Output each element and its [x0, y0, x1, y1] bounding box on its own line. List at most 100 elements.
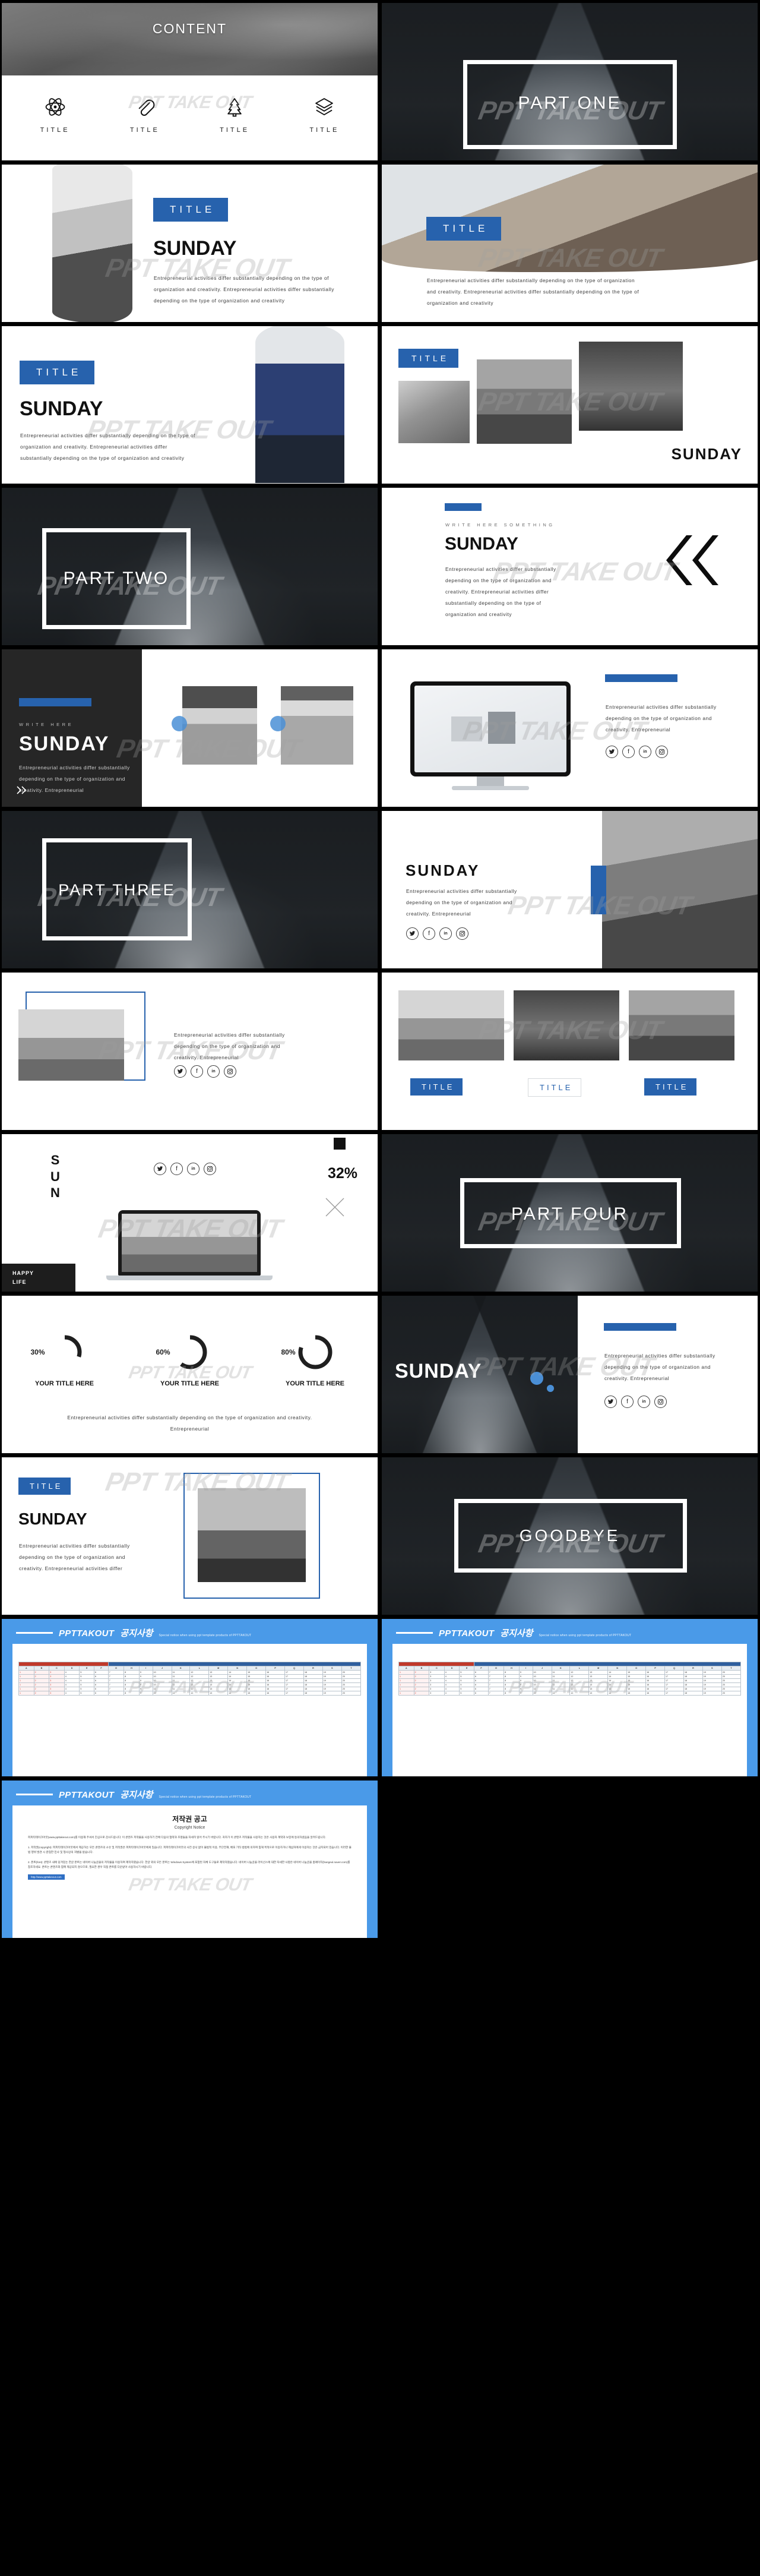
- percent-value: 32%: [327, 1165, 357, 1182]
- slide-title-sunday-man[interactable]: TITLE SUNDAY Entrepreneurial activities …: [2, 326, 378, 484]
- slide-part-one[interactable]: PART ONE PPT TAKE OUT: [382, 3, 758, 160]
- instagram-icon[interactable]: [654, 1396, 667, 1408]
- title-badge[interactable]: TITLE: [426, 217, 502, 241]
- slide-sunday-social[interactable]: SUNDAY Entrepreneurial activities differ…: [382, 811, 758, 968]
- accent-dot-small: [547, 1385, 554, 1392]
- donut-stat-2[interactable]: 60% YOUR TITLE HERE: [140, 1334, 240, 1387]
- double-chevron-left-icon: [666, 534, 723, 586]
- content-title: CONTENT: [152, 21, 227, 36]
- twitter-icon[interactable]: [154, 1163, 166, 1175]
- content-hero-photo: [2, 3, 378, 75]
- notice-table: ABCDEF GHIJKLMN OPQRST 1 2 3 4 5 6 7 8 9 10 11 12 13…: [18, 1662, 362, 1696]
- slide-sunday-dark-split[interactable]: SUNDAY Entrepreneurial activities differ…: [382, 1296, 758, 1453]
- content-item-label: TITLE: [40, 127, 70, 134]
- content-item-label: TITLE: [309, 127, 340, 134]
- donut-value-label: 30%: [30, 1348, 45, 1356]
- linkedin-icon[interactable]: in: [638, 1396, 650, 1408]
- accent-bar: [591, 866, 606, 914]
- slide-write-here-something[interactable]: WRITE HERE SOMETHING SUNDAY Entrepreneur…: [382, 488, 758, 645]
- heading-sunday: SUNDAY: [671, 445, 742, 463]
- twitter-icon[interactable]: [606, 746, 618, 758]
- slide-title-sunday-photo[interactable]: TITLE Entrepreneurial activities differ …: [382, 165, 758, 322]
- instagram-icon[interactable]: [456, 927, 468, 940]
- instagram-icon[interactable]: [204, 1163, 216, 1175]
- donut-chart-1: 30%: [31, 1334, 83, 1371]
- footer-line-1: HAPPY: [12, 1270, 34, 1277]
- content-item-layers[interactable]: TITLE: [292, 97, 357, 134]
- facebook-icon[interactable]: f: [191, 1065, 203, 1078]
- slide-notice-2[interactable]: PPTTAKOUT 공지사항 Special notice when using…: [382, 1619, 758, 1776]
- heading-sunday: SUNDAY: [406, 861, 480, 879]
- instagram-icon[interactable]: [224, 1065, 236, 1078]
- notice-korean-title: 공지사항: [120, 1628, 153, 1639]
- heading-sunday: SUNDAY: [18, 1510, 87, 1528]
- twitter-icon[interactable]: [406, 927, 419, 940]
- slide-title-sunday-left[interactable]: TITLE SUNDAY Entrepreneurial activities …: [2, 165, 378, 322]
- slide-donut-stats[interactable]: 30% YOUR TITLE HERE 60% YOUR TITLE HERE: [2, 1296, 378, 1453]
- content-item-atom[interactable]: TITLE: [23, 97, 88, 134]
- facebook-icon[interactable]: f: [170, 1163, 183, 1175]
- laptop-frame: [118, 1210, 261, 1276]
- slide-copyright[interactable]: PPTTAKOUT 공지사항 Special notice when using…: [2, 1781, 378, 1938]
- content-item-label: TITLE: [129, 127, 160, 134]
- linkedin-icon[interactable]: in: [187, 1163, 200, 1175]
- donut-value-label: 60%: [156, 1348, 170, 1356]
- donut-stat-1[interactable]: 30% YOUR TITLE HERE: [14, 1334, 115, 1387]
- content-item-paperclip[interactable]: TITLE: [112, 97, 178, 134]
- social-links[interactable]: f in: [406, 927, 468, 940]
- slide-sun-laptop[interactable]: S U N f in 32% HAPPY LIFE PPT TAKE OUT: [2, 1134, 378, 1292]
- facebook-icon[interactable]: f: [423, 927, 435, 940]
- facebook-icon[interactable]: f: [622, 746, 635, 758]
- linkedin-icon[interactable]: in: [207, 1065, 220, 1078]
- slide-goodbye[interactable]: GOODBYE PPT TAKE OUT: [382, 1457, 758, 1615]
- slide-dark-sunday[interactable]: WRITE HERE SUNDAY Entrepreneurial activi…: [2, 649, 378, 807]
- title-badge[interactable]: TITLE: [18, 1478, 71, 1495]
- title-badge[interactable]: TITLE: [398, 349, 459, 368]
- vertical-letter: S: [50, 1153, 60, 1167]
- accent-dot: [530, 1372, 543, 1385]
- double-chevron-right-icon[interactable]: [16, 786, 28, 797]
- photo-1: [398, 990, 504, 1060]
- photo-title-button-2[interactable]: TITLE: [528, 1078, 582, 1097]
- accent-bar: [605, 674, 677, 682]
- photo-title-button-1[interactable]: TITLE: [410, 1078, 463, 1096]
- copyright-paragraph: 피피티테이크아웃(www.ppttakeout.com)를 이용해 주셔서 진심…: [28, 1836, 327, 1839]
- slide-notice-1[interactable]: PPTTAKOUT 공지사항 Special notice when using…: [2, 1619, 378, 1776]
- twitter-icon[interactable]: [604, 1396, 617, 1408]
- slide-part-two[interactable]: PART TWO PPT TAKE OUT: [2, 488, 378, 645]
- body-copy: Entrepreneurial activities differ substa…: [174, 1032, 285, 1060]
- instagram-icon[interactable]: [656, 746, 668, 758]
- content-item-tree[interactable]: TITLE: [202, 97, 267, 134]
- twitter-icon[interactable]: [174, 1065, 186, 1078]
- slide-part-three[interactable]: PART THREE PPT TAKE OUT: [2, 811, 378, 968]
- donut-stat-3[interactable]: 80% YOUR TITLE HERE: [265, 1334, 366, 1387]
- copyright-link[interactable]: http://www.ppttakeout.com: [28, 1874, 65, 1880]
- slide-three-photo-titles[interactable]: TITLE TITLE TITLE PPT TAKE OUT: [382, 973, 758, 1130]
- heading-sunday: SUNDAY: [20, 397, 103, 420]
- social-links[interactable]: f in: [604, 1396, 667, 1408]
- title-badge[interactable]: TITLE: [20, 361, 95, 384]
- linkedin-icon[interactable]: in: [439, 927, 452, 940]
- photo-title-button-3[interactable]: TITLE: [644, 1078, 697, 1096]
- notice-header: PPTTAKOUT 공지사항 Special notice when using…: [2, 1781, 378, 1805]
- notice-card: ABCDEF GHIJKLMN OPQRST 1 2 3 4 5 6 7 8 9 10 11 12 13…: [392, 1644, 747, 1776]
- facebook-icon[interactable]: f: [621, 1396, 634, 1408]
- slide-title-eiffel[interactable]: TITLE SUNDAY Entrepreneurial activities …: [2, 1457, 378, 1615]
- body-copy: Entrepreneurial activities differ substa…: [20, 433, 196, 461]
- slide-title-gallery[interactable]: TITLE SUNDAY PPT TAKE OUT: [382, 326, 758, 484]
- notice-subtitle: Special notice when using ppt template p…: [159, 1795, 252, 1799]
- donut-title: YOUR TITLE HERE: [285, 1380, 344, 1387]
- social-links[interactable]: f in: [154, 1163, 216, 1175]
- slide-monitor-mock[interactable]: Entrepreneurial activities differ substa…: [382, 649, 758, 807]
- social-links[interactable]: f in: [174, 1065, 236, 1078]
- accent-dot: [172, 716, 187, 731]
- slide-part-four[interactable]: PART FOUR PPT TAKE OUT: [382, 1134, 758, 1292]
- tree-icon: [227, 98, 242, 117]
- linkedin-icon[interactable]: in: [639, 746, 651, 758]
- body-copy: Entrepreneurial activities differ substa…: [19, 765, 130, 793]
- social-links[interactable]: f in: [606, 746, 668, 758]
- slide-content[interactable]: CONTENT PPT TAKE OUT TITLE TITLE TITLE T…: [2, 3, 378, 160]
- slide-mountain-frame[interactable]: Entrepreneurial activities differ substa…: [2, 973, 378, 1130]
- title-badge[interactable]: TITLE: [153, 198, 229, 222]
- content-item-label: TITLE: [220, 127, 250, 134]
